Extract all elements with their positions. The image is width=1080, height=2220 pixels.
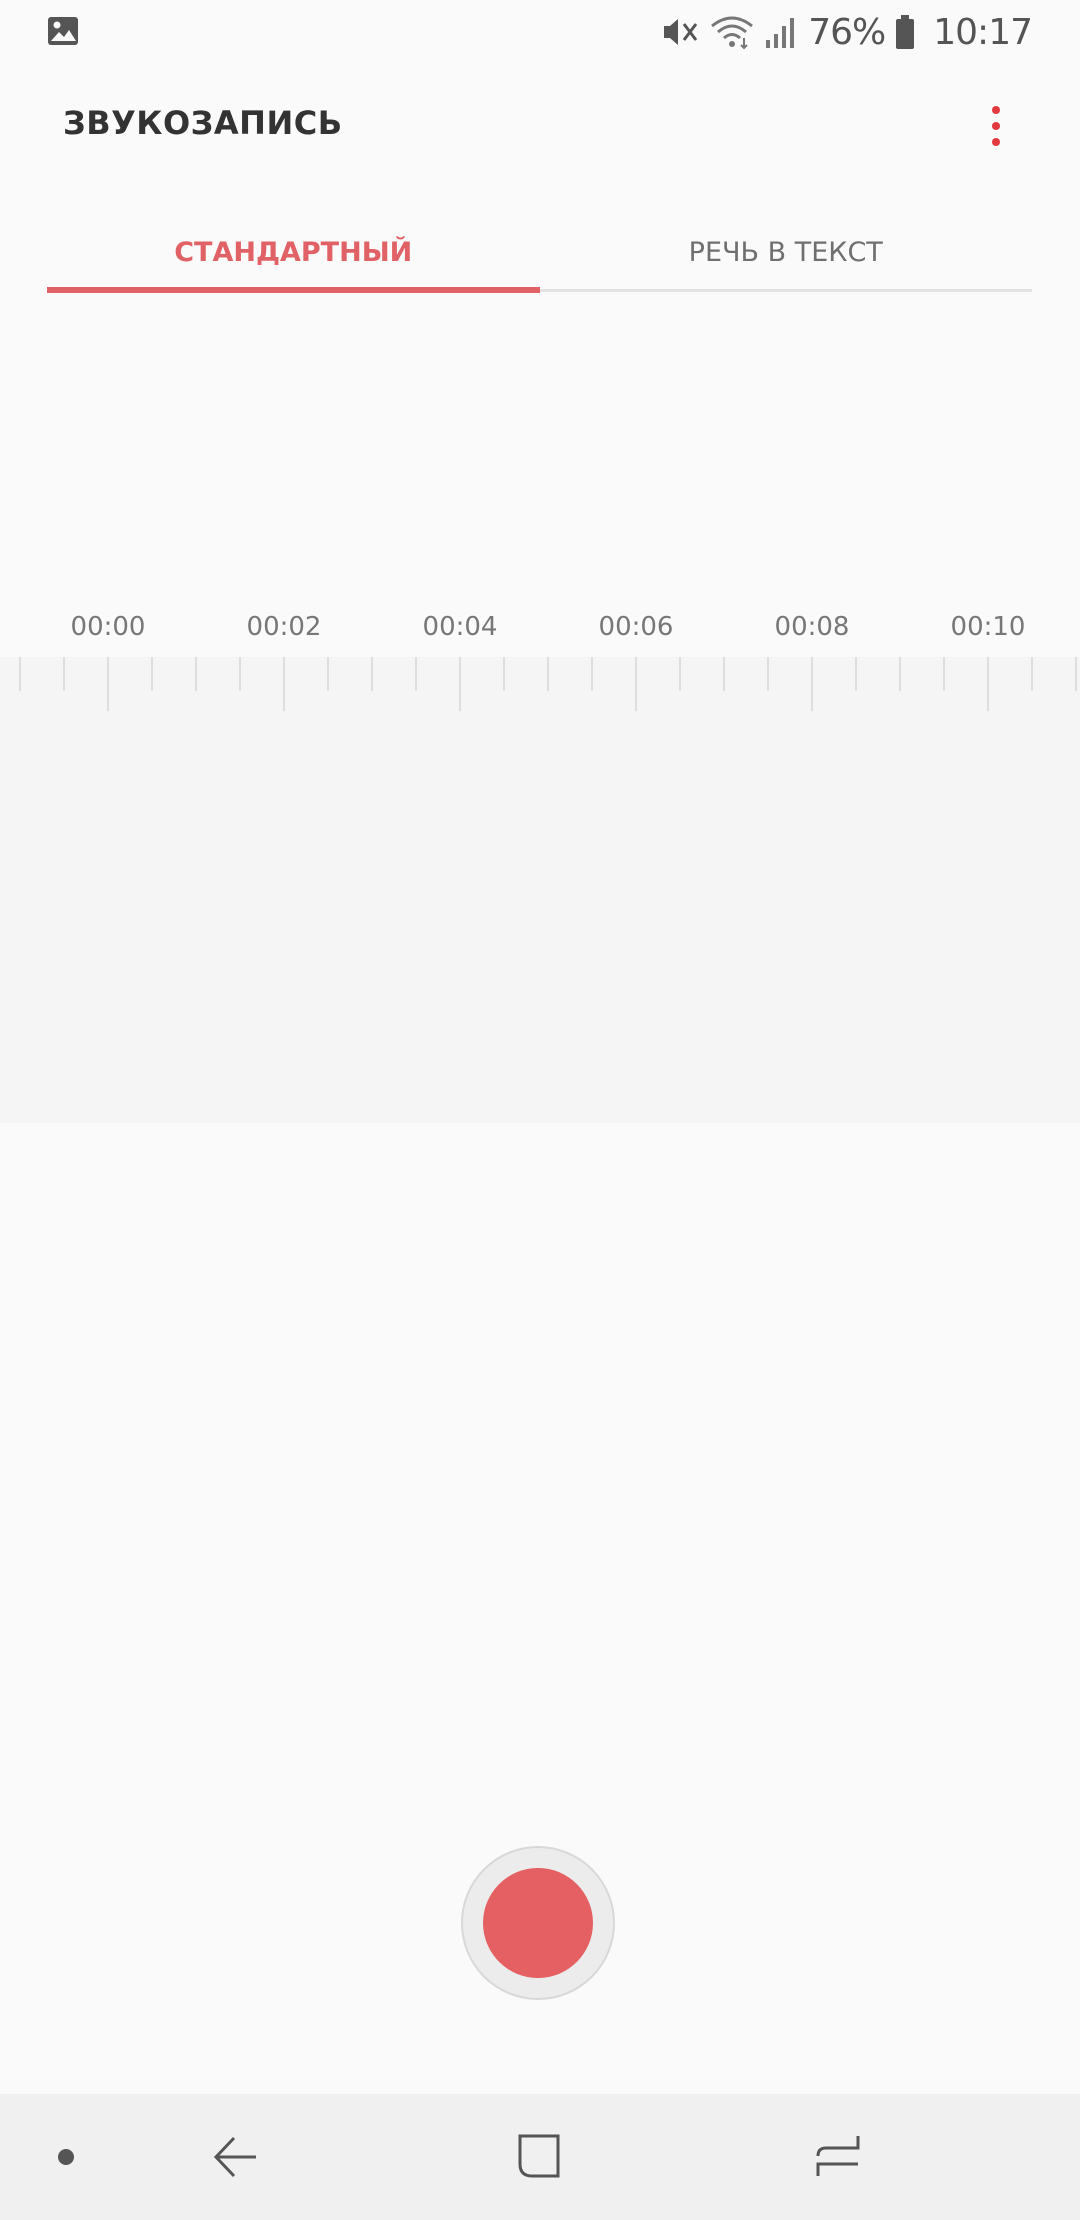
navigation-bar [0,2094,1080,2220]
status-icons: 76% 10:17 [660,6,1033,58]
wifi-icon [711,16,754,50]
more-options-button[interactable] [966,96,1026,156]
time-label: 00:02 [246,612,322,642]
waveform-area [0,657,1080,1123]
time-label: 00:08 [774,612,850,642]
time-label: 00:04 [422,612,498,642]
battery-percent: 76% [808,11,886,53]
clock: 10:17 [933,11,1033,53]
tab-standard[interactable]: СТАНДАРТНЫЙ [47,210,540,294]
record-icon [483,1868,593,1978]
battery-icon [896,15,915,49]
record-button[interactable] [461,1846,615,2000]
back-icon [213,2136,256,2178]
time-label: 00:10 [950,612,1026,642]
timeline-labels: 00:00 00:02 00:04 00:06 00:08 00:10 [0,612,1080,652]
signal-icon [766,18,795,48]
vibrate-off-icon [664,19,698,45]
more-vertical-icon [992,106,1000,114]
tab-active-indicator [47,287,540,293]
status-bar: 76% 10:17 [0,0,1080,64]
app-title: ЗВУКОЗАПИСЬ [63,104,343,142]
more-dot [992,122,1000,130]
recents-icon [816,2136,860,2176]
time-label: 00:06 [598,612,674,642]
recents-button[interactable] [794,2094,884,2220]
nav-dot-icon [58,2149,74,2165]
timeline-ticks [19,657,1077,711]
gallery-icon [48,17,78,45]
mode-tabs: СТАНДАРТНЫЙ РЕЧЬ В ТЕКСТ [47,210,1032,294]
home-icon [518,2134,560,2178]
more-dot [992,138,1000,146]
back-button[interactable] [190,2094,280,2220]
tab-speech-to-text[interactable]: РЕЧЬ В ТЕКСТ [540,210,1033,294]
home-button[interactable] [492,2094,582,2220]
nav-dot-button[interactable] [36,2094,96,2220]
time-label: 00:00 [70,612,146,642]
